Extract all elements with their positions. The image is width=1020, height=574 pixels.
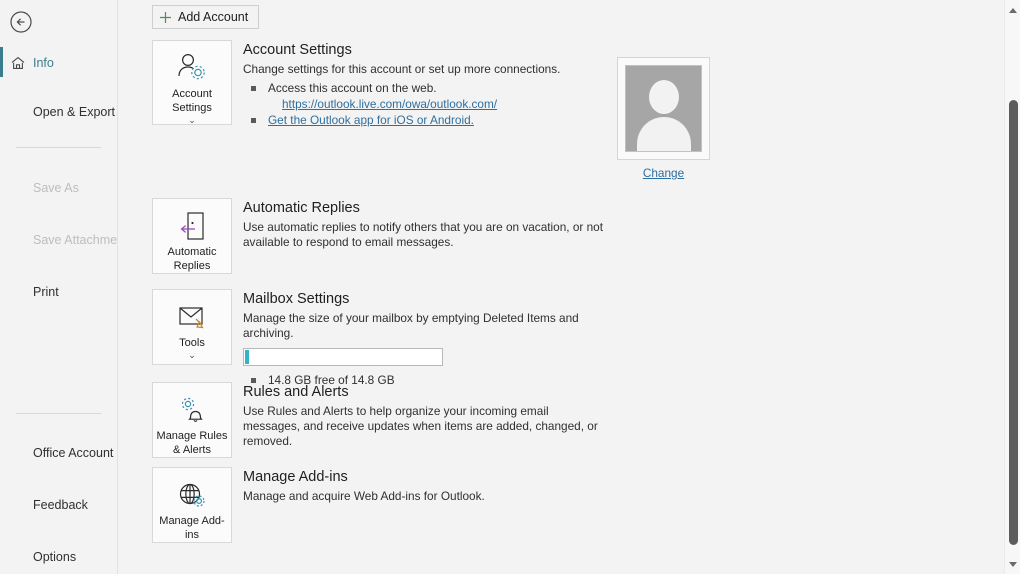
sidebar-item-info[interactable]: Info [0,47,117,77]
manage-addins-description: Manage Add-ins Manage and acquire Web Ad… [243,467,485,504]
scrollbar-thumb[interactable] [1009,100,1018,545]
owa-link[interactable]: https://outlook.live.com/owa/outlook.com… [268,96,560,112]
automatic-replies-button-label: Automatic Replies [167,246,217,272]
mailbox-settings-title: Mailbox Settings [243,291,350,307]
add-account-label: Add Account [178,10,249,24]
back-button[interactable] [8,9,34,35]
sidebar-item-label: Office Account [33,446,114,460]
person-gear-icon [175,51,209,85]
account-settings-title: Account Settings [243,42,352,58]
automatic-replies-description: Automatic Replies Use automatic replies … [243,198,603,250]
home-icon [10,55,26,71]
mailbox-storage-fill [245,350,249,364]
section-automatic-replies: Automatic Replies Automatic Replies Use … [152,198,1020,274]
sidebar-item-label: Info [33,56,54,70]
section-account-settings: Account Settings ⌄ Account Settings Chan… [152,40,1020,128]
tools-button-label: Tools [179,337,205,349]
automatic-replies-title: Automatic Replies [243,200,360,216]
bullet-square-icon [251,118,256,123]
mailbox-settings-body: Manage the size of your mailbox by empty… [243,311,579,340]
avatar-head-shape [648,80,679,114]
mailbox-settings-description: Mailbox Settings Manage the size of your… [243,289,603,388]
backstage-view: Info Open & Export Save As Save Attachme… [0,0,1020,574]
back-arrow-icon [10,11,32,33]
automatic-replies-body: Use automatic replies to notify others t… [243,220,604,249]
manage-addins-button-label: Manage Add- ins [159,515,225,541]
envelope-broom-icon [175,300,209,334]
bullet-web-access: Access this account on the web. https://… [243,80,560,112]
sidebar-item-save-attachments: Save Attachments [0,227,134,253]
door-out-arrow-icon [175,209,209,243]
plus-icon [159,11,172,24]
rules-and-alerts-title: Rules and Alerts [243,384,349,400]
manage-addins-body: Manage and acquire Web Add-ins for Outlo… [243,489,485,503]
globe-gear-icon [175,478,209,512]
gear-bell-icon [175,393,209,427]
backstage-sidebar: Info Open & Export Save As Save Attachme… [0,0,134,574]
scroll-down-arrow-icon[interactable] [1005,556,1020,572]
sidebar-item-feedback[interactable]: Feedback [0,492,117,518]
sidebar-nav: Info Open & Export Save As Save Attachme… [0,47,134,574]
rules-and-alerts-body: Use Rules and Alerts to help organize yo… [243,404,598,448]
account-settings-description: Account Settings Change settings for thi… [243,40,560,128]
sidebar-item-label: Print [33,285,59,299]
section-manage-addins: Manage Add- ins Manage Add-ins Manage an… [152,467,1020,543]
account-settings-bullets: Access this account on the web. https://… [243,80,560,128]
section-rules-and-alerts: Manage Rules & Alerts Rules and Alerts U… [152,382,1020,458]
backstage-content: Add Account Account Settings ⌄ Account S… [118,0,1020,574]
user-avatar-placeholder [625,65,702,152]
sidebar-item-label: Options [33,550,77,564]
bullet-mobile-app: Get the Outlook app for iOS or Android. [243,112,560,128]
sidebar-item-options[interactable]: Options [0,544,117,570]
avatar-frame [617,57,710,160]
account-settings-body: Change settings for this account or set … [243,62,561,76]
change-photo-link[interactable]: Change [643,166,684,180]
sidebar-item-open-export[interactable]: Open & Export [0,99,117,125]
sidebar-item-label: Feedback [33,498,88,512]
scroll-up-arrow-icon[interactable] [1005,2,1020,18]
rules-and-alerts-description: Rules and Alerts Use Rules and Alerts to… [243,382,603,449]
sidebar-item-save-as: Save As [0,175,117,201]
manage-rules-alerts-button[interactable]: Manage Rules & Alerts [152,382,232,458]
account-settings-button[interactable]: Account Settings ⌄ [152,40,232,125]
mailbox-storage-bar [243,348,443,366]
automatic-replies-button[interactable]: Automatic Replies [152,198,232,274]
mobile-app-link[interactable]: Get the Outlook app for iOS or Android. [268,113,474,127]
chevron-down-icon[interactable]: ⌄ [188,351,196,360]
add-account-button[interactable]: Add Account [152,5,260,29]
manage-addins-title: Manage Add-ins [243,469,348,485]
sidebar-item-print[interactable]: Print [0,279,117,305]
bullet-web-access-text: Access this account on the web. [268,81,437,95]
manage-rules-alerts-button-label: Manage Rules & Alerts [156,430,228,456]
account-photo: Change [617,57,710,182]
chevron-down-icon[interactable]: ⌄ [188,116,196,125]
avatar-body-shape [636,117,691,151]
sidebar-item-office-account[interactable]: Office Account [0,440,117,466]
manage-addins-button[interactable]: Manage Add- ins [152,467,232,543]
account-settings-button-label: Account Settings [172,88,212,114]
bullet-square-icon [251,86,256,91]
vertical-scrollbar[interactable] [1004,0,1020,574]
section-mailbox-settings: Tools ⌄ Mailbox Settings Manage the size… [152,289,1020,388]
sidebar-item-label: Open & Export [33,105,115,119]
sidebar-item-label: Save As [33,181,79,195]
tools-button[interactable]: Tools ⌄ [152,289,232,365]
selection-accent-bar [0,47,3,77]
